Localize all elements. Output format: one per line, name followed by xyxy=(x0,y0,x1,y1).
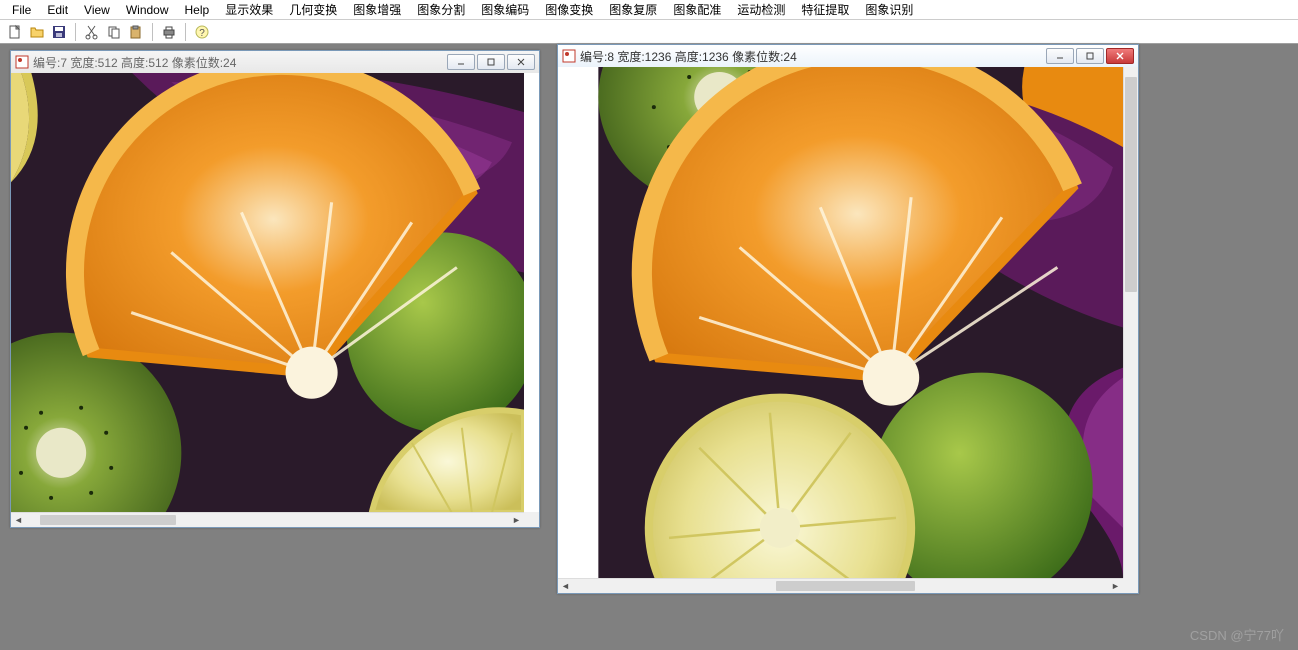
toolbar-separator xyxy=(185,23,186,41)
horizontal-scrollbar[interactable]: ◄ ► xyxy=(11,512,524,527)
image-window-7[interactable]: 编号:7 宽度:512 高度:512 像素位数:24 xyxy=(10,50,540,528)
save-disk-icon xyxy=(51,24,67,40)
open-folder-icon xyxy=(29,24,45,40)
copy-icon xyxy=(106,24,122,40)
close-button[interactable] xyxy=(1106,48,1134,64)
svg-text:?: ? xyxy=(199,28,205,39)
copy-button[interactable] xyxy=(105,23,123,41)
window-controls xyxy=(447,54,535,70)
image-window-8[interactable]: 编号:8 宽度:1236 高度:1236 像素位数:24 xyxy=(557,44,1139,594)
mdi-workspace: 编号:7 宽度:512 高度:512 像素位数:24 xyxy=(0,44,1298,650)
minimize-button[interactable] xyxy=(1046,48,1074,64)
scroll-track[interactable] xyxy=(26,513,509,527)
scroll-corner xyxy=(524,512,539,527)
menu-feature-extract[interactable]: 特征提取 xyxy=(793,0,857,20)
scroll-thumb[interactable] xyxy=(1125,77,1137,292)
vertical-scrollbar[interactable] xyxy=(1123,67,1138,578)
cut-icon xyxy=(84,24,100,40)
paste-button[interactable] xyxy=(127,23,145,41)
image-canvas[interactable] xyxy=(11,73,524,512)
horizontal-scrollbar[interactable]: ◄ ► xyxy=(558,578,1123,593)
close-button[interactable] xyxy=(507,54,535,70)
scroll-left-button[interactable]: ◄ xyxy=(11,513,26,528)
new-file-icon xyxy=(7,24,23,40)
menu-file[interactable]: File xyxy=(4,1,39,19)
fruits-image xyxy=(11,73,524,512)
app-icon xyxy=(562,49,576,63)
new-file-button[interactable] xyxy=(6,23,24,41)
maximize-button[interactable] xyxy=(1076,48,1104,64)
menu-image-recognize[interactable]: 图象识别 xyxy=(857,0,921,20)
scroll-track[interactable] xyxy=(573,579,1108,593)
cut-button[interactable] xyxy=(83,23,101,41)
menu-image-register[interactable]: 图象配准 xyxy=(665,0,729,20)
menu-image-segment[interactable]: 图象分割 xyxy=(409,0,473,20)
window-controls xyxy=(1046,48,1134,64)
menu-display-effect[interactable]: 显示效果 xyxy=(217,0,281,20)
scroll-thumb[interactable] xyxy=(40,515,175,525)
menu-view[interactable]: View xyxy=(76,1,118,19)
window-titlebar[interactable]: 编号:7 宽度:512 高度:512 像素位数:24 xyxy=(11,51,539,73)
scroll-corner xyxy=(1123,578,1138,593)
toolbar-separator xyxy=(152,23,153,41)
window-body: ◄ ► xyxy=(558,67,1138,593)
menu-motion-detect[interactable]: 运动检测 xyxy=(729,0,793,20)
open-file-button[interactable] xyxy=(28,23,46,41)
help-button[interactable]: ? xyxy=(193,23,211,41)
menu-bar: File Edit View Window Help 显示效果 几何变换 图象增… xyxy=(0,0,1298,20)
scroll-thumb[interactable] xyxy=(776,581,915,591)
menu-geom-transform[interactable]: 几何变换 xyxy=(281,0,345,20)
window-titlebar[interactable]: 编号:8 宽度:1236 高度:1236 像素位数:24 xyxy=(558,45,1138,67)
window-title-text: 编号:8 宽度:1236 高度:1236 像素位数:24 xyxy=(580,48,1042,65)
menu-window[interactable]: Window xyxy=(118,1,177,19)
scroll-left-button[interactable]: ◄ xyxy=(558,579,573,594)
window-body: ◄ ► xyxy=(11,73,539,527)
app-icon xyxy=(15,55,29,69)
menu-image-enhance[interactable]: 图象增强 xyxy=(345,0,409,20)
maximize-button[interactable] xyxy=(477,54,505,70)
menu-help[interactable]: Help xyxy=(177,1,218,19)
help-icon: ? xyxy=(194,24,210,40)
save-button[interactable] xyxy=(50,23,68,41)
scroll-right-button[interactable]: ► xyxy=(509,513,524,528)
menu-image-restore[interactable]: 图象复原 xyxy=(601,0,665,20)
menu-image-transform[interactable]: 图像变换 xyxy=(537,0,601,20)
scroll-right-button[interactable]: ► xyxy=(1108,579,1123,594)
paste-icon xyxy=(128,24,144,40)
window-title-text: 编号:7 宽度:512 高度:512 像素位数:24 xyxy=(33,54,443,71)
menu-edit[interactable]: Edit xyxy=(39,1,76,19)
print-icon xyxy=(161,24,177,40)
fruits-image xyxy=(558,67,1123,578)
print-button[interactable] xyxy=(160,23,178,41)
image-canvas[interactable] xyxy=(558,67,1123,578)
toolbar-separator xyxy=(75,23,76,41)
toolbar: ? xyxy=(0,20,1298,44)
watermark-text: CSDN @宁77吖 xyxy=(1190,625,1284,644)
minimize-button[interactable] xyxy=(447,54,475,70)
menu-image-encode[interactable]: 图象编码 xyxy=(473,0,537,20)
